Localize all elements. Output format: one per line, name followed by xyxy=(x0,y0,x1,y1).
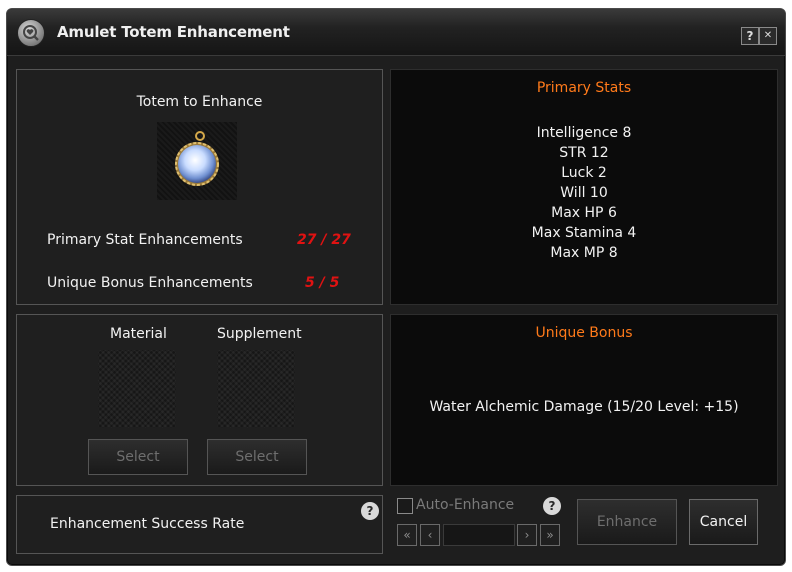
auto-enhance-label: Auto-Enhance xyxy=(416,497,515,513)
stat-line: STR 12 xyxy=(559,145,609,161)
stat-line: Will 10 xyxy=(560,185,608,201)
unique-enhancements-value: 5 / 5 xyxy=(305,275,340,291)
enhance-button[interactable]: Enhance xyxy=(577,499,677,545)
stat-line: Luck 2 xyxy=(561,165,607,181)
primary-stats-heading: Primary Stats xyxy=(536,80,632,96)
auto-enhance-help-icon[interactable]: ? xyxy=(543,497,561,515)
success-rate-label: Enhancement Success Rate xyxy=(50,516,245,532)
material-label: Material xyxy=(110,326,167,342)
stat-line: Max MP 8 xyxy=(550,245,618,261)
heart-search-icon xyxy=(17,19,45,47)
enhancement-window: Amulet Totem Enhancement ? ✕ Totem to En… xyxy=(6,8,786,566)
enhance-count-field[interactable] xyxy=(443,524,515,546)
primary-stats-panel: Primary Stats Intelligence 8 STR 12 Luck… xyxy=(390,69,778,305)
totem-slot[interactable] xyxy=(157,122,237,200)
stat-line: Intelligence 8 xyxy=(536,125,632,141)
unique-bonus-heading: Unique Bonus xyxy=(535,325,633,341)
window-title: Amulet Totem Enhancement xyxy=(57,23,290,41)
totem-panel: Totem to Enhance Primary Stat Enhancemen… xyxy=(16,69,383,305)
next-page-button[interactable]: › xyxy=(517,524,537,546)
material-slot[interactable] xyxy=(98,350,176,428)
amulet-totem-icon xyxy=(175,131,219,186)
stat-line: Max HP 6 xyxy=(551,205,617,221)
success-rate-panel: Enhancement Success Rate ? xyxy=(16,495,383,554)
unique-enhancements-label: Unique Bonus Enhancements xyxy=(47,275,253,291)
select-supplement-button[interactable]: Select xyxy=(207,439,307,475)
help-button[interactable]: ? xyxy=(741,27,759,45)
select-material-button[interactable]: Select xyxy=(88,439,188,475)
supplement-slot[interactable] xyxy=(217,350,295,428)
primary-enhancements-value: 27 / 27 xyxy=(297,232,351,248)
title-bar[interactable]: Amulet Totem Enhancement ? ✕ xyxy=(7,9,785,56)
unique-bonus-text: Water Alchemic Damage (15/20 Level: +15) xyxy=(429,399,739,415)
last-page-button[interactable]: » xyxy=(540,524,560,546)
unique-bonus-panel: Unique Bonus Water Alchemic Damage (15/2… xyxy=(390,314,778,486)
primary-enhancements-label: Primary Stat Enhancements xyxy=(47,232,243,248)
prev-page-button[interactable]: ‹ xyxy=(420,524,440,546)
supplement-label: Supplement xyxy=(217,326,302,342)
auto-enhance-checkbox[interactable] xyxy=(397,498,413,514)
first-page-button[interactable]: « xyxy=(397,524,417,546)
close-button[interactable]: ✕ xyxy=(759,27,777,45)
materials-panel: Material Supplement Select Select xyxy=(16,314,383,486)
stat-line: Max Stamina 4 xyxy=(531,225,637,241)
cancel-button[interactable]: Cancel xyxy=(689,499,758,545)
totem-heading: Totem to Enhance xyxy=(136,94,263,110)
success-rate-help-icon[interactable]: ? xyxy=(361,502,379,520)
